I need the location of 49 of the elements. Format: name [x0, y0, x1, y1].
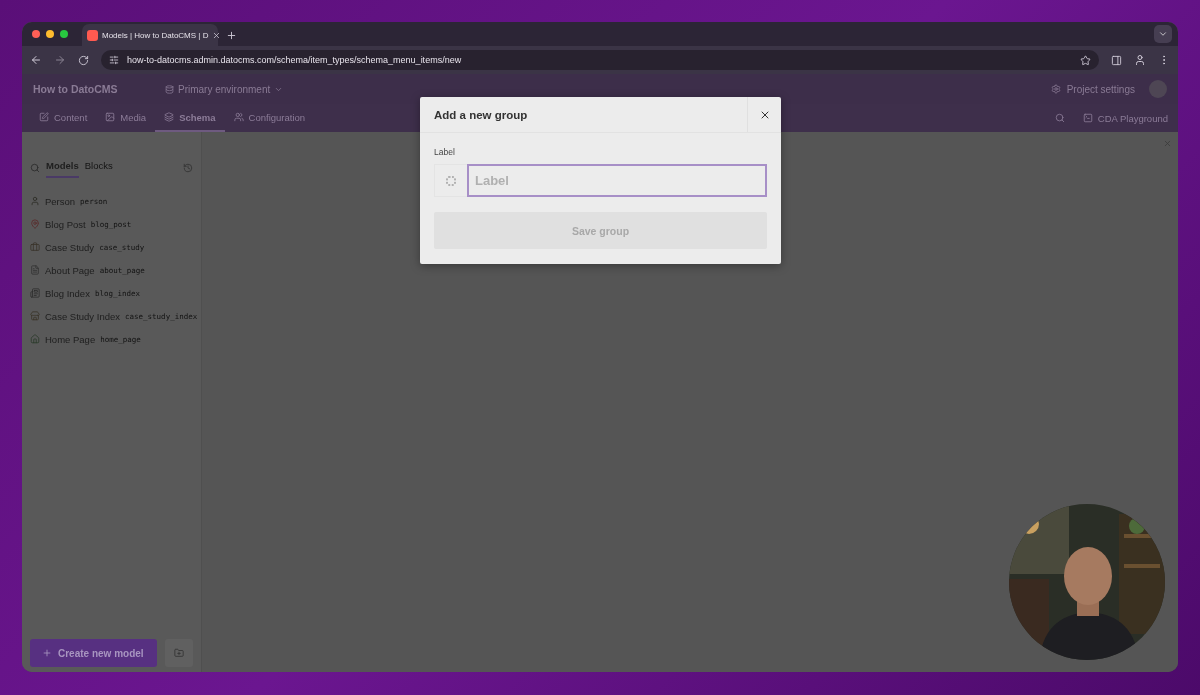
document-icon: [30, 265, 40, 275]
briefcase-icon: [30, 242, 40, 252]
tab-search-button[interactable]: [1154, 25, 1172, 43]
database-icon: [165, 84, 174, 94]
history-icon[interactable]: [183, 163, 193, 173]
pencil-icon: [39, 112, 49, 122]
settings-icon[interactable]: [1050, 84, 1061, 94]
avatar-icon[interactable]: [1149, 80, 1167, 98]
profile-icon[interactable]: [1134, 54, 1146, 66]
users-icon: [233, 112, 244, 122]
site-settings-icon[interactable]: [109, 55, 119, 65]
chevron-down-icon: [1158, 29, 1168, 39]
search-icon[interactable]: [1054, 113, 1065, 123]
new-folder-button[interactable]: [165, 639, 193, 667]
label-input[interactable]: Label: [467, 164, 767, 197]
store-icon: [30, 311, 40, 321]
nav-tab[interactable]: Configuration: [224, 104, 315, 132]
dialog-title: Add a new group: [433, 108, 529, 121]
layers-icon: [164, 112, 175, 122]
person-icon: [30, 196, 40, 206]
environment-selector[interactable]: Primary environment: [178, 83, 271, 95]
nav-tab[interactable]: Content: [30, 104, 97, 132]
dashed-square-icon: [446, 175, 456, 186]
back-icon[interactable]: [30, 54, 42, 66]
reload-icon[interactable]: [78, 54, 89, 66]
project-name: How to DatoCMS: [33, 83, 119, 95]
terminal-icon[interactable]: [1082, 113, 1093, 123]
house-icon: [30, 334, 40, 344]
image-icon: [105, 112, 116, 122]
close-icon[interactable]: [212, 30, 222, 40]
sidebar-tab[interactable]: Blocks: [84, 158, 113, 178]
new-tab-icon[interactable]: [226, 30, 237, 41]
plus-icon: [42, 648, 52, 658]
side-panel-icon[interactable]: [1111, 54, 1122, 66]
sidebar-tab[interactable]: Models: [46, 158, 79, 178]
datocms-logo-icon: [87, 29, 98, 41]
forward-icon[interactable]: [54, 54, 66, 66]
newspaper-icon: [30, 288, 40, 298]
create-model-button[interactable]: Create new model: [30, 639, 158, 667]
nav-tab[interactable]: Media: [96, 104, 156, 132]
address-bar[interactable]: how-to-datocms.admin.datocms.com/schema/item_types/schema_menu_items/new: [101, 50, 1099, 70]
folder-plus-icon: [174, 648, 185, 658]
star-icon[interactable]: [1080, 54, 1091, 66]
pin-icon: [30, 219, 40, 229]
field-label: Label: [434, 147, 455, 157]
cda-playground-link[interactable]: CDA Playground: [1097, 112, 1168, 124]
browser-tab[interactable]: Models | How to DatoCMS | D: [82, 24, 218, 46]
search-icon[interactable]: [30, 163, 40, 173]
project-settings-link[interactable]: Project settings: [1066, 83, 1135, 95]
